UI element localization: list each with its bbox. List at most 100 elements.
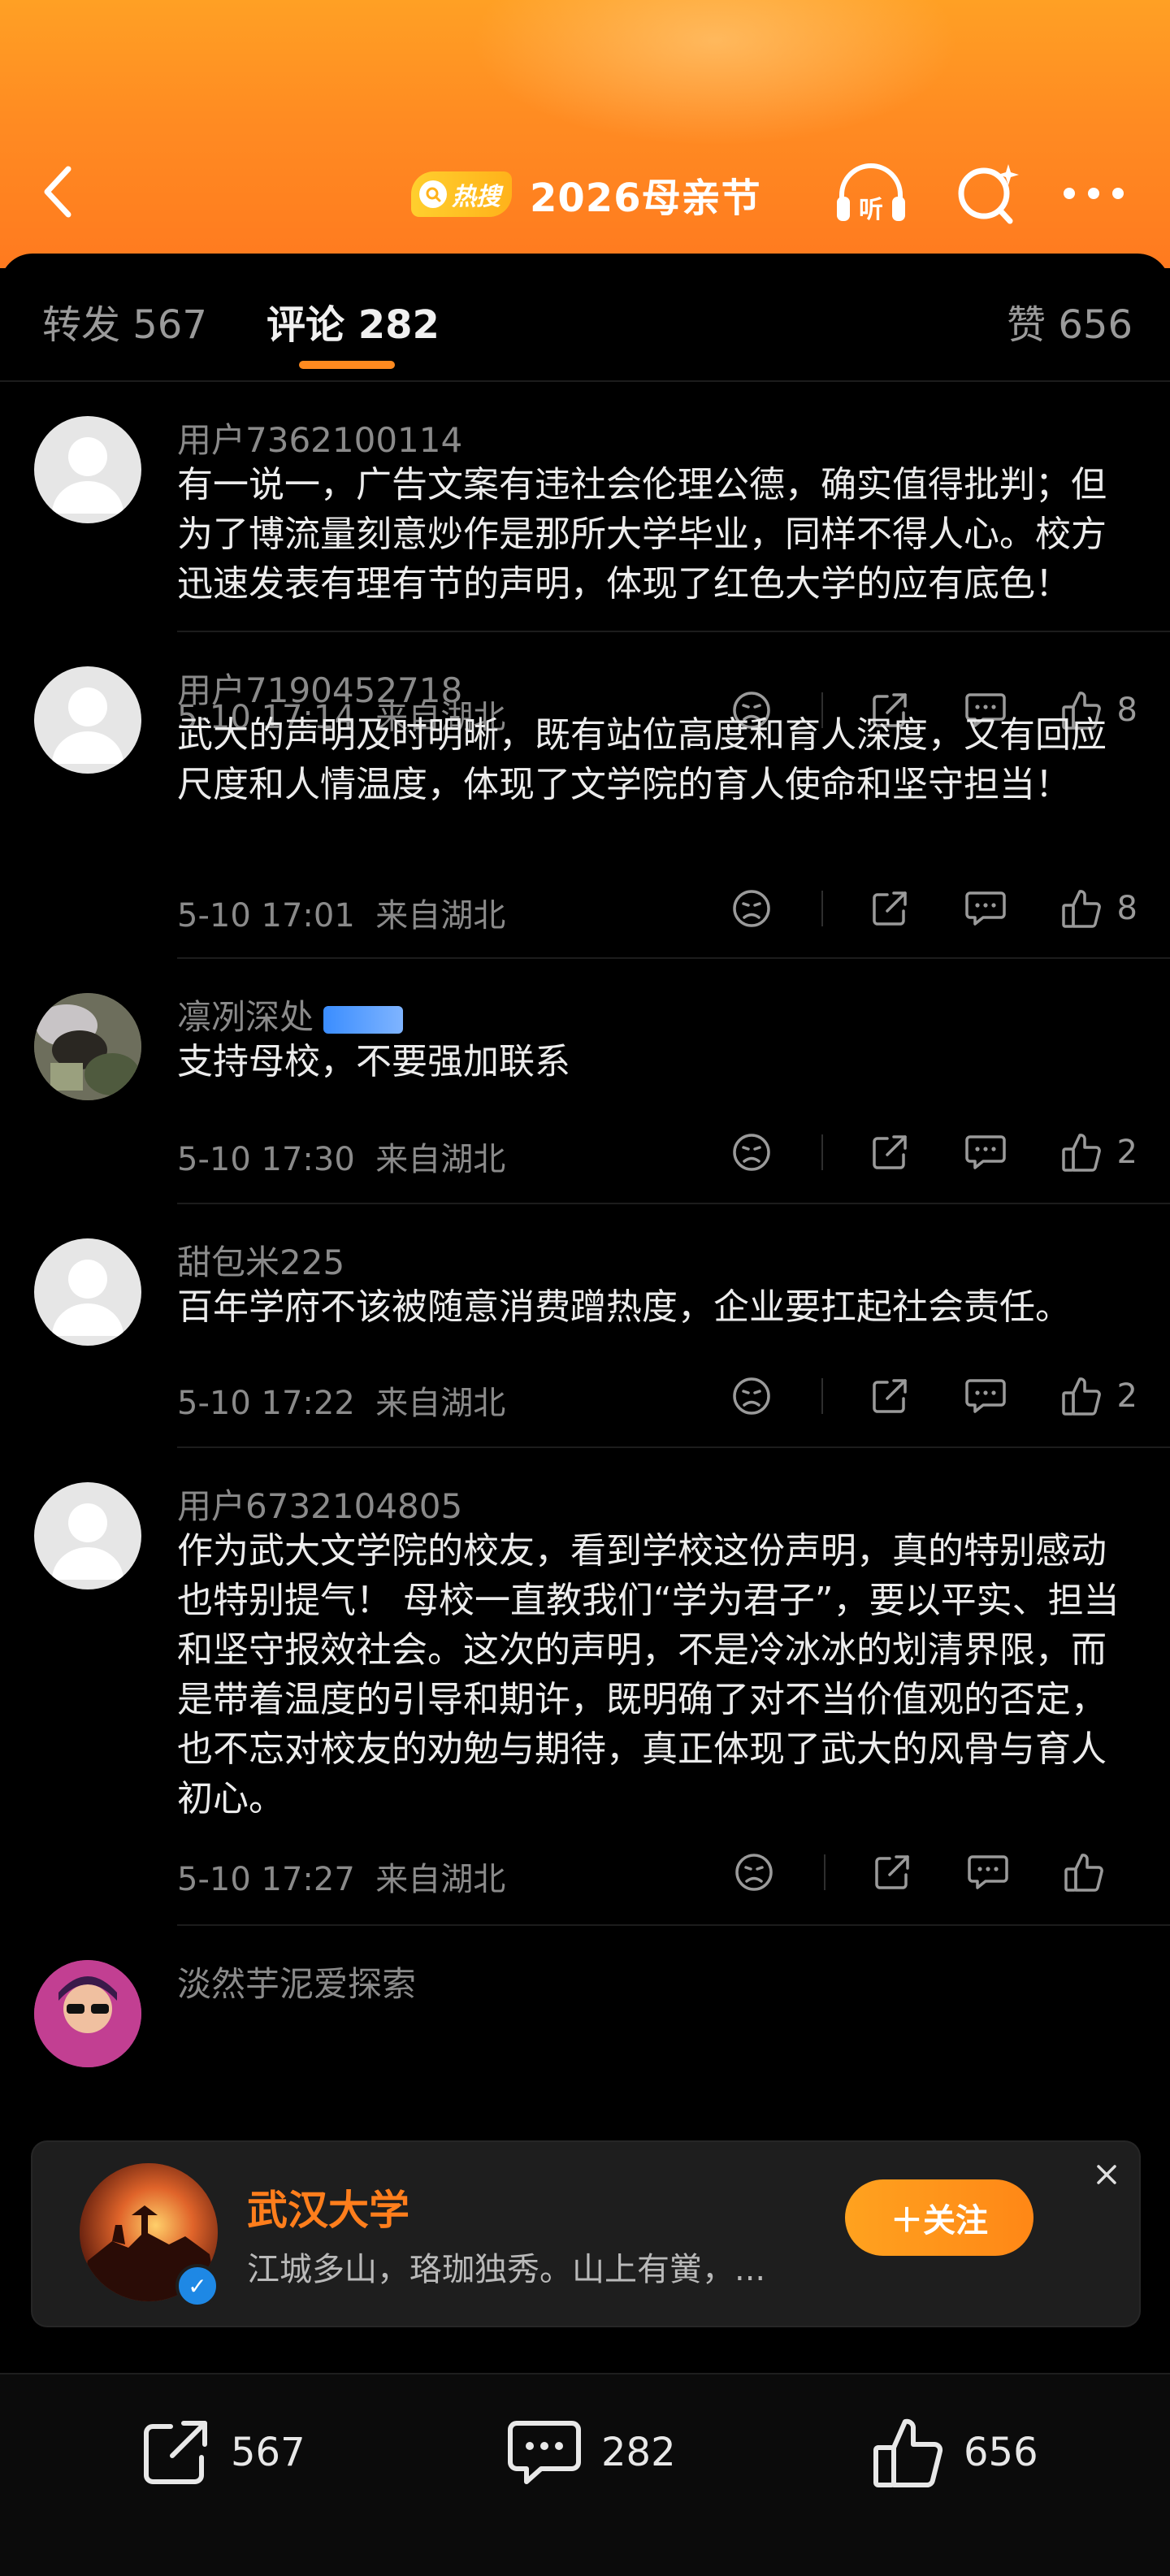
comment-meta: 5-10 17:22 来自湖北 [177, 1377, 505, 1424]
frown-face-icon [732, 890, 770, 927]
divider [824, 1854, 826, 1890]
like-button[interactable] [1057, 1128, 1106, 1177]
hot-search-badge: 热搜 [411, 171, 512, 217]
share-icon [872, 1379, 907, 1413]
avatar[interactable] [34, 416, 141, 523]
comments-panel: 转发 567 评论 282 赞 656 用户7362100114 有一说一，广告… [0, 254, 1170, 2574]
comment-location: 来自湖北 [375, 1141, 506, 1178]
headphones-icon: 听 [837, 163, 905, 224]
comment-button[interactable]: 282 [505, 2412, 676, 2493]
share-icon [872, 1135, 907, 1169]
comment-item: 用户7190452718 武大的声明及时明晰，既有站位高度和育人深度，又有回应尺… [0, 632, 1170, 959]
hot-badge-label: 热搜 [452, 183, 500, 211]
account-recommendation-card[interactable]: ✓ 武汉大学 江城多山，珞珈独秀。山上有黉，... ＋关注 [32, 2142, 1139, 2326]
comment-count: 282 [601, 2430, 676, 2475]
share-button[interactable] [868, 1848, 916, 1897]
comment-item: 凛冽深处 支持母校，不要强加联系 5-10 17:30 来自湖北 2 [0, 959, 1170, 1204]
divider [821, 1378, 823, 1414]
reply-button[interactable] [961, 1372, 1010, 1420]
reply-button[interactable] [961, 1128, 1010, 1177]
comment-time: 5-10 17:30 [177, 1141, 355, 1178]
dislike-button[interactable] [727, 1128, 776, 1177]
frown-face-icon [735, 1854, 773, 1891]
avatar[interactable] [34, 1482, 141, 1589]
tab-repost[interactable]: 转发 567 [42, 293, 207, 349]
comment-username[interactable]: 用户6732104805 [177, 1479, 462, 1529]
reply-button[interactable] [964, 1848, 1012, 1897]
comment-username[interactable]: 用户7362100114 [177, 413, 462, 462]
like-count: 8 [1116, 890, 1138, 927]
comment-username[interactable]: 凛冽深处 [177, 990, 404, 1039]
comment-item: 甜包米225 百年学府不该被随意消费蹭热度，企业要扛起社会责任。 5-10 17… [0, 1204, 1170, 1448]
divider [821, 891, 823, 926]
thumbs-up-icon [873, 2418, 943, 2487]
comment-username[interactable]: 淡然芋泥爱探索 [177, 1957, 416, 2006]
reply-button[interactable] [961, 884, 1010, 933]
divider [821, 1134, 823, 1170]
comment-actions: 2 [680, 1372, 1138, 1420]
avatar[interactable] [34, 666, 141, 774]
share-button[interactable] [865, 1128, 914, 1177]
topic-title-bar[interactable]: 热搜 2026母亲节 [411, 166, 761, 223]
comment-meta: 5-10 17:30 来自湖北 [177, 1133, 505, 1180]
close-icon [1097, 2165, 1116, 2184]
follow-button[interactable]: ＋关注 [845, 2179, 1034, 2256]
close-button[interactable] [1090, 2158, 1123, 2191]
more-button[interactable] [1053, 159, 1134, 228]
active-tab-indicator [299, 361, 395, 369]
comment-location: 来自湖北 [375, 1385, 506, 1422]
tab-bar: 转发 567 评论 282 赞 656 [0, 254, 1170, 380]
comment-text: 武大的声明及时明晰，既有站位高度和育人深度，又有回应尺度和人情温度，体现了文学院… [177, 714, 1107, 805]
search-button[interactable] [947, 159, 1029, 228]
share-button[interactable] [865, 1372, 914, 1420]
comment-actions: 2 [680, 1128, 1138, 1177]
like-button[interactable]: 656 [871, 2412, 1038, 2493]
back-arrow-icon [44, 166, 72, 218]
header: 热搜 2026母亲节 听 [0, 0, 1170, 268]
comment-time: 5-10 17:27 [177, 1861, 355, 1898]
search-q-icon [419, 180, 447, 208]
more-dots-icon [1064, 188, 1124, 199]
like-count: 656 [964, 2430, 1038, 2475]
like-button[interactable] [1060, 1848, 1108, 1897]
account-name[interactable]: 武汉大学 [247, 2178, 410, 2236]
comment-username[interactable]: 甜包米225 [177, 1235, 344, 1285]
dislike-button[interactable] [727, 1372, 776, 1420]
comment-text: 有一说一，广告文案有违社会伦理公德，确实值得批判；但为了博流量刻意炒作是那所大学… [177, 464, 1107, 605]
avatar[interactable] [34, 993, 141, 1100]
share-button[interactable] [865, 884, 914, 933]
vip-badge [323, 1005, 404, 1034]
listen-button[interactable]: 听 [830, 159, 912, 228]
avatar[interactable] [34, 1238, 141, 1346]
back-button[interactable] [36, 159, 84, 224]
comment-location: 来自湖北 [375, 1861, 506, 1898]
bottom-action-bar: 567 282 656 [0, 2373, 1170, 2576]
comment-actions: 8 [680, 884, 1138, 933]
tab-like[interactable]: 赞 656 [1007, 293, 1133, 349]
thumbs-up-icon [1061, 1377, 1101, 1416]
frown-face-icon [732, 1377, 770, 1415]
comment-meta: 5-10 17:01 来自湖北 [177, 889, 505, 936]
verified-badge-icon: ✓ [176, 2264, 219, 2308]
account-description: 江城多山，珞珈独秀。山上有黉，... [247, 2251, 766, 2288]
share-icon [875, 1855, 909, 1889]
header-glow [471, 0, 959, 146]
repost-button[interactable]: 567 [138, 2412, 306, 2493]
dislike-button[interactable] [727, 884, 776, 933]
tab-comment[interactable]: 评论 282 [266, 293, 440, 349]
like-count: 2 [1116, 1134, 1138, 1171]
comment-time: 5-10 17:22 [177, 1385, 355, 1422]
search-sparkle-icon [958, 164, 1019, 224]
comment-username[interactable]: 用户7190452718 [177, 663, 462, 713]
comment-time: 5-10 17:01 [177, 897, 355, 935]
comment-bubble-icon [964, 1379, 1006, 1413]
comment-meta: 5-10 17:27 来自湖北 [177, 1853, 505, 1900]
comment-text: 百年学府不该被随意消费蹭热度，企业要扛起社会责任。 [177, 1286, 1071, 1328]
frown-face-icon [732, 1134, 770, 1171]
comment-actions [682, 1848, 1138, 1897]
dislike-button[interactable] [730, 1848, 778, 1897]
like-button[interactable] [1057, 1372, 1106, 1420]
like-button[interactable] [1057, 884, 1106, 933]
avatar[interactable] [34, 1960, 141, 2067]
comment-text: 支持母校，不要强加联系 [177, 1041, 570, 1082]
